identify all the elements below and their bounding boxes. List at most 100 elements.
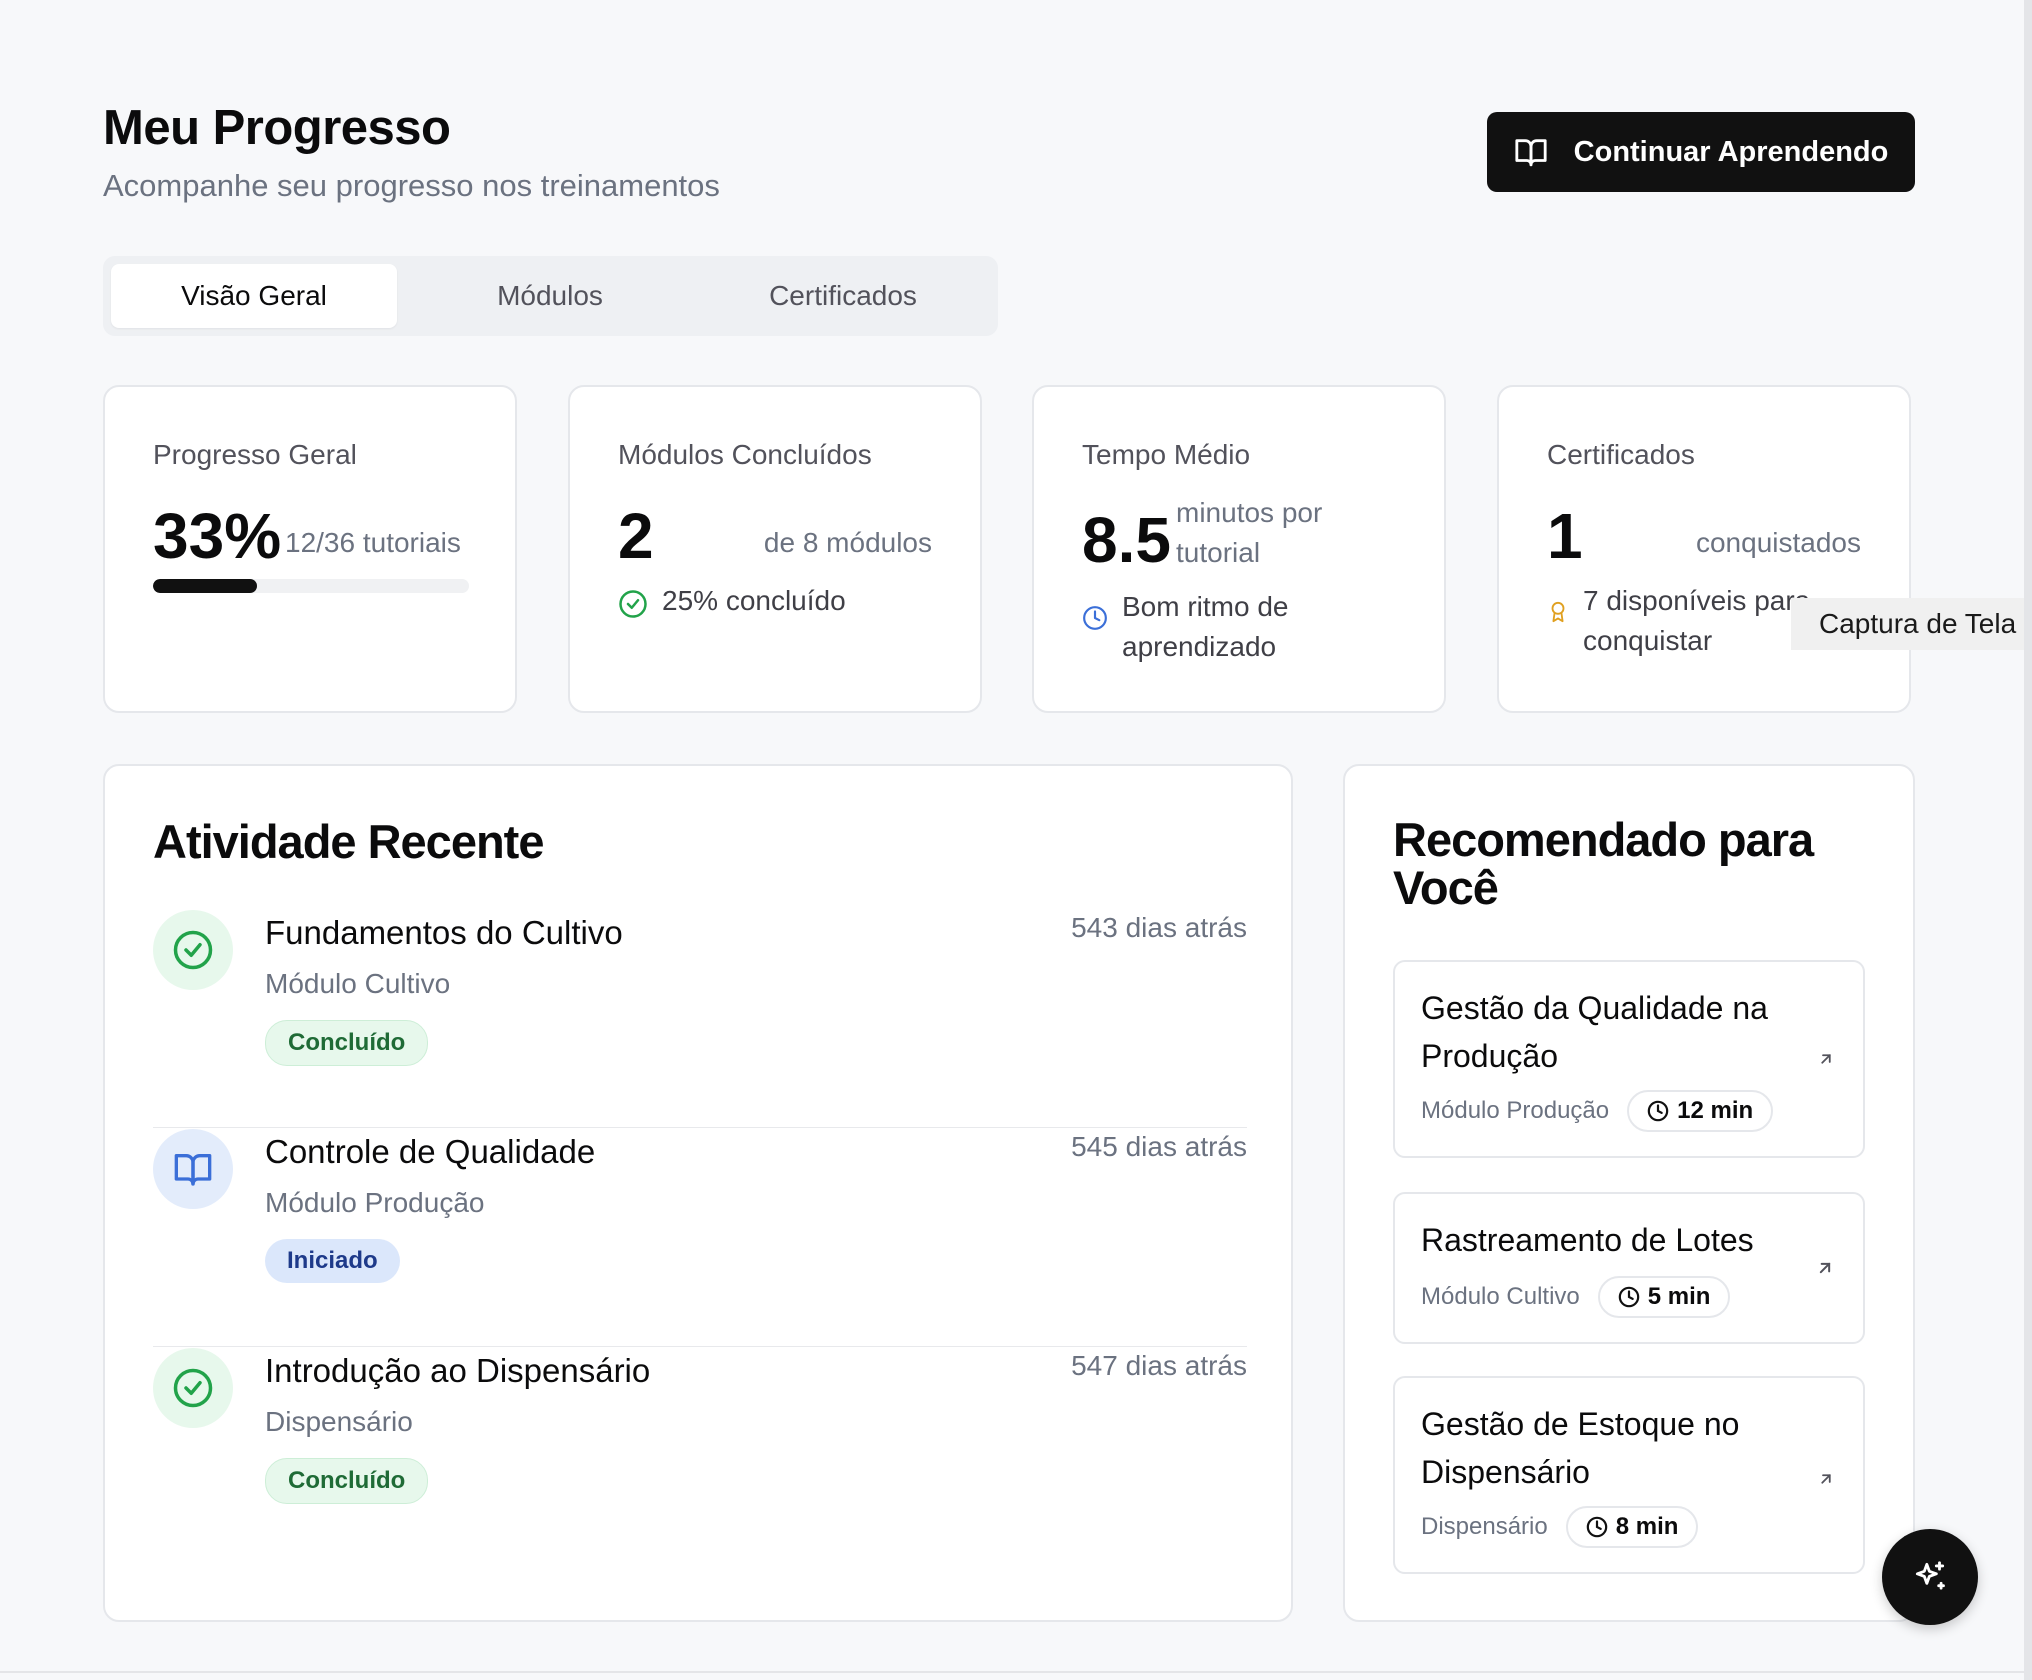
activity-title: Controle de Qualidade [265, 1133, 596, 1170]
arrow-up-right-icon [1821, 1054, 1831, 1064]
panel-title: Atividade Recente [153, 815, 544, 868]
stat-suffix-line: minutos por [1176, 497, 1323, 528]
stat-card-certificates: Certificados 1 conquistados 7 disponívei… [1497, 385, 1911, 713]
activity-status-icon [153, 910, 233, 990]
duration-text: 5 min [1647, 1283, 1711, 1310]
stat-note-line: Bom ritmo de [1122, 591, 1289, 622]
stat-suffix: 12/36 tutoriais [285, 527, 461, 558]
screenshot-tooltip: Captura de Tela [1791, 598, 2032, 650]
check-circle-icon [619, 590, 647, 618]
recommended-card[interactable]: Rastreamento de Lotes Módulo Cultivo 5 m… [1393, 1192, 1865, 1344]
duration-text: 8 min [1615, 1513, 1679, 1540]
panel-title-line: Você [1393, 861, 1499, 914]
continue-learning-label: Continuar Aprendendo [1573, 135, 1889, 168]
stat-suffix: de 8 módulos [763, 527, 932, 558]
arrow-up-right-icon [1821, 1474, 1831, 1484]
duration-pill: 12 min [1627, 1090, 1774, 1132]
page-subtitle: Acompanhe seu progresso nos treinamentos [103, 168, 720, 203]
divider [153, 1346, 1247, 1347]
stat-note: 25% concluído [618, 581, 846, 621]
clock-icon [1647, 1100, 1669, 1122]
status-badge: Iniciado [265, 1239, 400, 1283]
recommended-card[interactable]: Gestão da Qualidade na Produção Módulo P… [1393, 960, 1865, 1158]
tab-bar: Visão Geral Módulos Certificados [103, 256, 998, 336]
sparkles-icon [1915, 1561, 1945, 1590]
tab-modules[interactable]: Módulos [407, 264, 693, 328]
stat-note-line: conquistar [1583, 625, 1713, 656]
stat-value: 1 [1547, 500, 1583, 572]
progress-bar-fill [153, 579, 258, 593]
duration-text: 12 min [1677, 1097, 1754, 1124]
stat-value: 33% [153, 500, 282, 572]
recommended-title: Gestão de Estoque no Dispensário [1421, 1400, 1811, 1496]
stat-note-line: 7 disponíveis para [1583, 585, 1811, 616]
recommended-title-line: Gestão de Estoque no [1421, 1406, 1740, 1442]
ai-assistant-button[interactable] [1882, 1529, 1978, 1625]
recommended-panel: Recomendado para Você Gestão da Qualidad… [1343, 764, 1915, 1622]
book-open-icon [1515, 139, 1547, 167]
tab-overview[interactable]: Visão Geral [111, 264, 397, 328]
continue-learning-button[interactable]: Continuar Aprendendo [1487, 112, 1915, 192]
stat-note-line: aprendizado [1122, 631, 1277, 662]
activity-status-icon [153, 1129, 233, 1209]
activity-module: Módulo Cultivo [265, 968, 451, 999]
divider [153, 1127, 1247, 1128]
recent-activity-panel: Atividade Recente Fundamentos do Cultivo… [103, 764, 1293, 1622]
activity-item[interactable]: Fundamentos do Cultivo Módulo Cultivo Co… [153, 910, 1247, 1128]
check-circle-icon [173, 1368, 213, 1408]
recommended-title-line: Gestão da Qualidade na [1421, 990, 1768, 1026]
stat-note-text: 25% concluído [662, 585, 846, 616]
clock-icon [1083, 606, 1107, 630]
window-edge [0, 1671, 2032, 1673]
panel-title: Recomendado para Você [1393, 816, 1814, 914]
book-open-icon [174, 1154, 212, 1186]
recommended-module: Módulo Cultivo [1421, 1283, 1580, 1310]
activity-item[interactable]: Introdução ao Dispensário Dispensário Co… [153, 1348, 1247, 1566]
recommended-card[interactable]: Gestão de Estoque no Dispensário Dispens… [1393, 1376, 1865, 1574]
check-circle-icon [173, 930, 213, 970]
activity-title: Fundamentos do Cultivo [265, 914, 623, 951]
recommended-title-line: Dispensário [1421, 1454, 1590, 1490]
activity-time: 545 dias atrás [1071, 1131, 1247, 1162]
window-edge [2024, 0, 2032, 1680]
stat-suffix-line: tutorial [1176, 537, 1261, 568]
stat-suffix: minutos por tutorial [1176, 493, 1322, 573]
progress-page: Meu Progresso Acompanhe seu progresso no… [0, 0, 2032, 1680]
stat-card-progress: Progresso Geral 33% 12/36 tutoriais [103, 385, 517, 713]
activity-item[interactable]: Controle de Qualidade Módulo Produção In… [153, 1129, 1247, 1347]
arrow-up-right-icon [1819, 1262, 1831, 1274]
recommended-title: Rastreamento de Lotes [1421, 1216, 1811, 1264]
recommended-title: Gestão da Qualidade na Produção [1421, 984, 1811, 1080]
stat-suffix: conquistados [1695, 527, 1861, 558]
clock-icon [1586, 1516, 1608, 1538]
stat-label: Progresso Geral [153, 439, 357, 470]
stat-card-time: Tempo Médio 8.5 minutos por tutorial Bom… [1032, 385, 1446, 713]
award-icon [1551, 601, 1565, 623]
stat-label: Tempo Médio [1082, 439, 1251, 470]
stat-note: Bom ritmo de aprendizado [1082, 587, 1289, 667]
activity-time: 543 dias atrás [1071, 912, 1247, 943]
stat-label: Módulos Concluídos [618, 439, 872, 470]
recommended-title-line: Produção [1421, 1038, 1558, 1074]
clock-icon [1618, 1286, 1640, 1308]
activity-title: Introdução ao Dispensário [265, 1352, 651, 1389]
status-badge: Concluído [265, 1458, 429, 1504]
stat-value: 8.5 [1082, 504, 1171, 576]
activity-status-icon [153, 1348, 233, 1428]
page-header: Meu Progresso Acompanhe seu progresso no… [103, 100, 720, 204]
recommended-title-line: Rastreamento de Lotes [1421, 1222, 1754, 1258]
recommended-meta: Módulo Produção 12 min [1421, 1090, 1774, 1132]
activity-module: Módulo Produção [265, 1187, 485, 1218]
stat-label: Certificados [1547, 439, 1695, 470]
stat-value: 2 [618, 500, 654, 572]
activity-module: Dispensário [265, 1406, 413, 1437]
recommended-module: Dispensário [1421, 1513, 1548, 1540]
recommended-meta: Módulo Cultivo 5 min [1421, 1276, 1731, 1318]
recommended-meta: Dispensário 8 min [1421, 1506, 1699, 1548]
tab-certificates[interactable]: Certificados [700, 264, 986, 328]
stat-card-modules: Módulos Concluídos 2 de 8 módulos 25% co… [568, 385, 982, 713]
duration-pill: 5 min [1597, 1276, 1731, 1318]
recommended-module: Módulo Produção [1421, 1097, 1610, 1124]
page-title: Meu Progresso [103, 101, 451, 155]
duration-pill: 8 min [1565, 1506, 1699, 1548]
